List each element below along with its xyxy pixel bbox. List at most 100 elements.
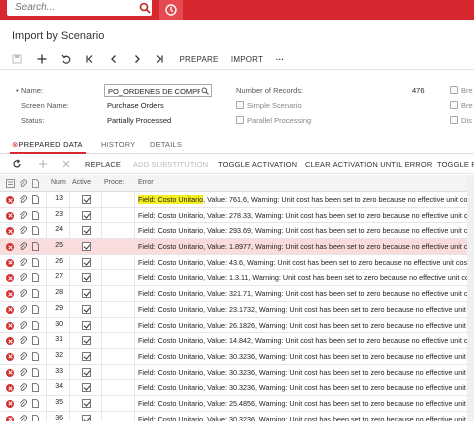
table-row[interactable]: 31 Field: Costo Unitario, Value: 14.842, … — [0, 333, 474, 349]
processed-column-header[interactable]: Proce: — [104, 179, 124, 186]
table-row[interactable]: 24 Field: Costo Unitario, Value: 293.69, … — [0, 223, 474, 240]
prepare-button[interactable]: PREPARE — [179, 53, 219, 65]
break-checkbox-1[interactable] — [450, 86, 458, 94]
attachment-icon[interactable] — [19, 242, 27, 251]
active-checkbox[interactable] — [82, 383, 91, 393]
table-row[interactable]: 29 Field: Costo Unitario, Value: 23.1732,… — [0, 301, 474, 318]
active-checkbox[interactable] — [82, 273, 91, 283]
import-button[interactable]: IMPORT — [230, 53, 264, 65]
first-record-button[interactable] — [83, 53, 97, 65]
note-icon[interactable] — [32, 195, 39, 204]
table-row[interactable]: 28 Field: Costo Unitario, Value: 321.71, … — [0, 286, 474, 302]
active-checkbox[interactable] — [82, 195, 91, 204]
more-actions-button[interactable]: ··· — [273, 53, 287, 65]
note-icon[interactable] — [32, 351, 39, 361]
search-icon[interactable] — [139, 2, 151, 14]
tab-prepared-data[interactable]: ⊗PREPARED DATA — [12, 140, 83, 149]
attachment-icon[interactable] — [19, 195, 27, 204]
note-icon[interactable] — [32, 273, 39, 283]
active-checkbox[interactable] — [82, 304, 91, 314]
toggle-processed-button[interactable]: TOGGLE P — [437, 160, 474, 169]
attachment-icon[interactable] — [19, 415, 27, 421]
table-row[interactable]: 30 Field: Costo Unitario, Value: 26.1826,… — [0, 317, 474, 334]
table-row[interactable]: 26 Field: Costo Unitario, Value: 43.6, Wa… — [0, 254, 474, 271]
clear-activation-button[interactable]: CLEAR ACTIVATION UNTIL ERROR — [305, 160, 432, 169]
active-checkbox[interactable] — [82, 351, 91, 361]
active-checkbox[interactable] — [82, 226, 91, 236]
active-checkbox[interactable] — [82, 257, 91, 267]
simple-scenario-checkbox[interactable] — [236, 101, 244, 109]
error-column-header[interactable]: Error — [138, 179, 154, 186]
table-row[interactable]: 27 Field: Costo Unitario, Value: 1.3.11, … — [0, 270, 474, 287]
attachment-icon[interactable] — [19, 320, 27, 330]
note-icon[interactable] — [32, 226, 39, 236]
add-substitution-button[interactable]: ADD SUBSTITUTION — [133, 160, 208, 169]
note-icon[interactable] — [32, 210, 39, 220]
refresh-icon[interactable] — [12, 159, 22, 169]
table-row[interactable]: 25 Field: Costo Unitario, Value: 1.8977, … — [0, 239, 474, 255]
collapse-bullet[interactable]: • — [16, 86, 19, 95]
attachment-icon[interactable] — [19, 367, 27, 377]
attachment-icon[interactable] — [19, 352, 27, 361]
note-icon[interactable] — [32, 289, 39, 299]
attachment-icon[interactable] — [19, 211, 27, 220]
recent-history-button[interactable] — [159, 0, 183, 20]
error-message: Field: Costo Unitario, Value: 25.4856, W… — [138, 399, 472, 408]
attachment-icon[interactable] — [19, 336, 27, 345]
name-field[interactable]: PO_ORDENES DE COMPRA — [104, 84, 212, 97]
add-row-icon[interactable] — [38, 159, 48, 169]
add-button[interactable] — [35, 53, 49, 65]
next-record-button[interactable] — [130, 53, 144, 65]
active-checkbox[interactable] — [82, 242, 91, 252]
note-icon[interactable] — [32, 257, 39, 267]
note-icon[interactable] — [32, 320, 39, 330]
active-checkbox[interactable] — [82, 336, 91, 346]
tab-history[interactable]: HISTORY — [101, 140, 135, 149]
break-checkbox-2[interactable] — [450, 101, 458, 109]
disable-checkbox[interactable] — [450, 116, 458, 124]
search-box[interactable]: Search... — [7, 0, 152, 16]
attachment-icon[interactable] — [19, 273, 27, 282]
grid-scrollbar[interactable] — [467, 175, 474, 421]
previous-record-button[interactable] — [107, 53, 121, 65]
active-checkbox[interactable] — [82, 367, 91, 377]
attachment-icon[interactable] — [19, 226, 27, 235]
note-icon[interactable] — [32, 336, 39, 346]
save-button[interactable] — [10, 53, 24, 65]
search-input[interactable]: Search... — [15, 2, 55, 13]
table-row[interactable]: 13 Field: Costo Unitario, Value: 761.6, W… — [0, 192, 474, 208]
table-row[interactable]: 34 Field: Costo Unitario, Value: 30.3236,… — [0, 380, 474, 396]
undo-button[interactable] — [59, 53, 73, 65]
attachment-icon[interactable] — [19, 399, 27, 408]
note-icon[interactable] — [32, 383, 39, 393]
attachment-icon[interactable] — [19, 305, 27, 314]
note-icon[interactable] — [32, 399, 39, 408]
note-icon[interactable] — [32, 242, 39, 251]
note-icon[interactable] — [32, 414, 39, 421]
table-row[interactable]: 33 Field: Costo Unitario, Value: 30.3236,… — [0, 364, 474, 381]
toggle-activation-button[interactable]: TOGGLE ACTIVATION — [218, 160, 297, 169]
tab-details[interactable]: DETAILS — [150, 140, 182, 149]
active-checkbox[interactable] — [82, 414, 91, 421]
grid-toolbar: REPLACE ADD SUBSTITUTION TOGGLE ACTIVATI… — [0, 154, 474, 174]
table-row[interactable]: 36 Field: Costo Unitario, Value: 30.3236,… — [0, 411, 474, 421]
active-checkbox[interactable] — [82, 398, 91, 408]
table-row[interactable]: 35 Field: Costo Unitario, Value: 25.4856,… — [0, 395, 474, 412]
active-checkbox[interactable] — [82, 289, 91, 299]
num-column-header[interactable]: Num — [51, 179, 66, 186]
attachment-icon[interactable] — [19, 383, 27, 392]
active-column-header[interactable]: Active — [72, 179, 91, 186]
replace-button[interactable]: REPLACE — [85, 160, 121, 169]
table-row[interactable]: 23 Field: Costo Unitario, Value: 278.33, … — [0, 207, 474, 224]
note-icon[interactable] — [32, 304, 39, 314]
attachment-icon[interactable] — [19, 289, 27, 298]
last-record-button[interactable] — [152, 53, 166, 65]
active-checkbox[interactable] — [82, 210, 91, 220]
attachment-icon[interactable] — [19, 258, 27, 267]
search-icon[interactable] — [201, 87, 209, 95]
note-icon[interactable] — [32, 367, 39, 377]
delete-row-icon[interactable] — [61, 159, 71, 169]
table-row[interactable]: 32 Field: Costo Unitario, Value: 30.3236,… — [0, 348, 474, 365]
parallel-processing-checkbox[interactable] — [236, 116, 244, 124]
active-checkbox[interactable] — [82, 320, 91, 330]
